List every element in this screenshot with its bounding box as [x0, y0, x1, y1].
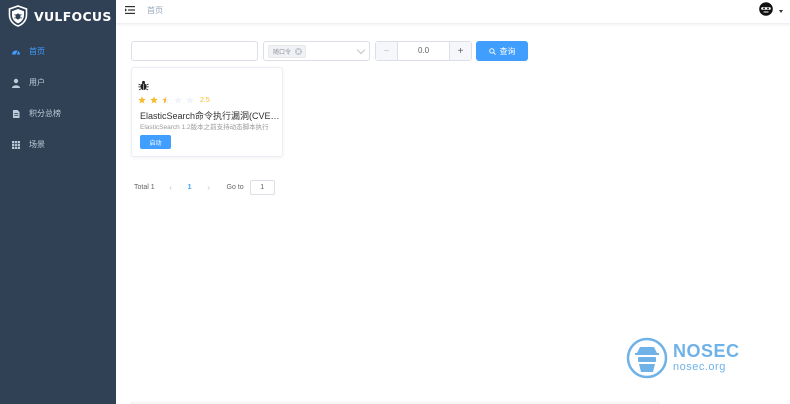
- brand[interactable]: VULFOCUS: [0, 0, 116, 32]
- star-rating: 2.5: [138, 96, 210, 104]
- goto-page: Go to 1: [227, 180, 275, 195]
- brand-name: VULFOCUS: [34, 8, 112, 24]
- query-button[interactable]: 查询: [476, 41, 528, 61]
- search-input[interactable]: [131, 41, 258, 61]
- star-full-icon: [150, 96, 158, 104]
- hamburger-icon[interactable]: [125, 5, 135, 15]
- breadcrumb: 首页: [147, 6, 163, 15]
- search-icon: [488, 47, 496, 55]
- user-icon: [11, 78, 21, 88]
- star-empty-icon: [174, 96, 182, 104]
- tag-close-icon[interactable]: [295, 48, 303, 55]
- tag-label: 随口令: [273, 50, 292, 56]
- query-label: 查询: [499, 46, 516, 56]
- page-number[interactable]: 1: [188, 184, 192, 191]
- nosec-logo-icon: [626, 337, 668, 379]
- goto-label: Go to: [226, 184, 244, 191]
- rating-stepper[interactable]: − 0.0 +: [375, 41, 472, 61]
- star-empty-icon: [186, 96, 194, 104]
- document-icon: [11, 109, 21, 119]
- rating-value: 2.5: [200, 96, 210, 104]
- watermark-text: NOSEC nosec.org: [673, 342, 740, 374]
- sidebar-item-label: 积分总榜: [29, 109, 61, 118]
- vulnerability-card[interactable]: 2.5 ElasticSearch命令执行漏洞(CVE-2014-3120) E…: [131, 67, 283, 157]
- star-full-icon: [138, 96, 146, 104]
- selected-tag: 随口令: [268, 45, 307, 58]
- vulfocus-logo-icon: [8, 5, 28, 27]
- card-description: ElasticSearch 1.2版本之前支持动态脚本执行: [140, 124, 269, 131]
- star-half-icon: [162, 96, 170, 104]
- pagination: Total 1 ‹ 1 › Go to 1: [134, 180, 275, 195]
- watermark-subtitle: nosec.org: [673, 361, 726, 373]
- prev-page-button[interactable]: ‹: [167, 183, 175, 192]
- top-navbar: 首页: [116, 0, 790, 24]
- sidebar-item-label: 用户: [29, 78, 45, 87]
- sidebar-item-label: 场景: [29, 140, 45, 149]
- decrease-button[interactable]: −: [376, 42, 398, 60]
- nosec-watermark: NOSEC nosec.org: [626, 337, 740, 379]
- watermark-title: NOSEC: [673, 341, 740, 361]
- sidebar: VULFOCUS 首页 用户 积分总榜 场景: [0, 0, 116, 404]
- user-menu-caret-icon[interactable]: [779, 10, 783, 13]
- dashboard-icon: [11, 47, 21, 57]
- sidebar-item-leaderboard[interactable]: 积分总榜: [0, 98, 116, 129]
- start-button[interactable]: 启动: [140, 135, 171, 149]
- grid-icon: [11, 140, 21, 150]
- sidebar-item-home[interactable]: 首页: [0, 36, 116, 67]
- sidebar-item-users[interactable]: 用户: [0, 67, 116, 98]
- chevron-down-icon: [356, 45, 366, 55]
- sidebar-item-scenes[interactable]: 场景: [0, 129, 116, 160]
- stepper-value[interactable]: 0.0: [398, 42, 449, 60]
- sidebar-item-label: 首页: [29, 47, 45, 56]
- pagination-total: Total 1: [134, 184, 155, 191]
- next-page-button[interactable]: ›: [205, 183, 213, 192]
- bug-icon: [138, 80, 149, 91]
- goto-input[interactable]: 1: [249, 180, 275, 195]
- bottom-shadow: [130, 400, 660, 404]
- tag-select[interactable]: 随口令: [263, 41, 370, 61]
- avatar[interactable]: [759, 2, 773, 16]
- sidebar-menu: 首页 用户 积分总榜 场景: [0, 36, 116, 160]
- increase-button[interactable]: +: [449, 42, 471, 60]
